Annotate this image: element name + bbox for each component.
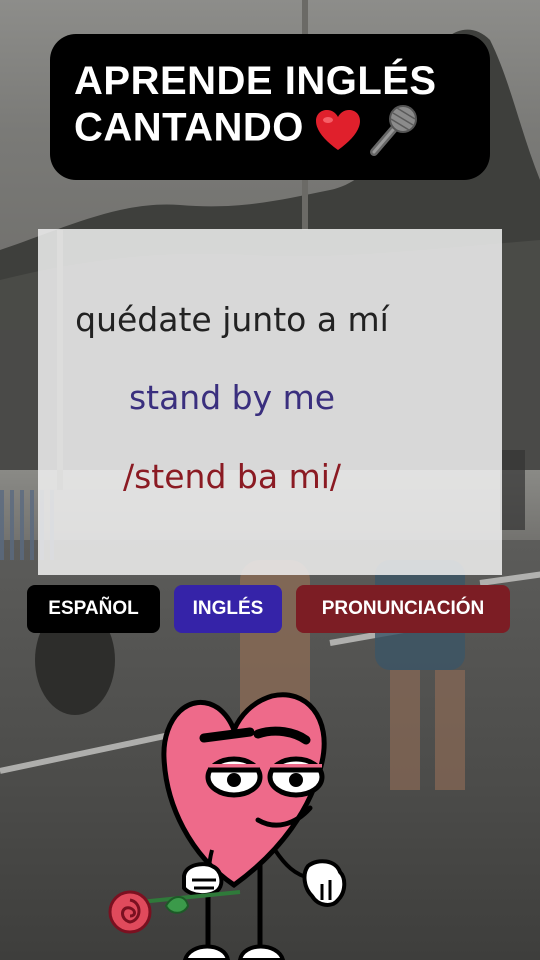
title-line-1: APRENDE INGLÉS (74, 59, 437, 103)
mascot-pupil (227, 773, 241, 787)
mascot-glove (302, 859, 347, 907)
heart-mascot (108, 692, 347, 960)
heart-icon (315, 110, 360, 150)
title-banner: APRENDE INGLÉS CANTANDO (50, 34, 490, 180)
lyric-pronunciation: /stend ba mi/ (123, 457, 341, 496)
mascot-eyebrow (199, 727, 255, 743)
title-emojis (314, 104, 418, 156)
mascot-pupil (289, 773, 303, 787)
lyric-english: stand by me (128, 378, 336, 417)
microphone-icon (369, 105, 417, 156)
lyric-spanish: quédate junto a mí (75, 300, 389, 339)
mascot-shoe (182, 944, 231, 960)
legend-pronunciation: PRONUNCIACIÓN (296, 585, 510, 633)
mascot-shoe (237, 944, 286, 960)
legend-english: INGLÉS (174, 585, 282, 633)
rose-icon (108, 890, 152, 934)
title-line-2-row: CANTANDO (74, 104, 490, 156)
legend-spanish: ESPAÑOL (27, 585, 160, 633)
title-line-2: CANTANDO (74, 105, 304, 150)
